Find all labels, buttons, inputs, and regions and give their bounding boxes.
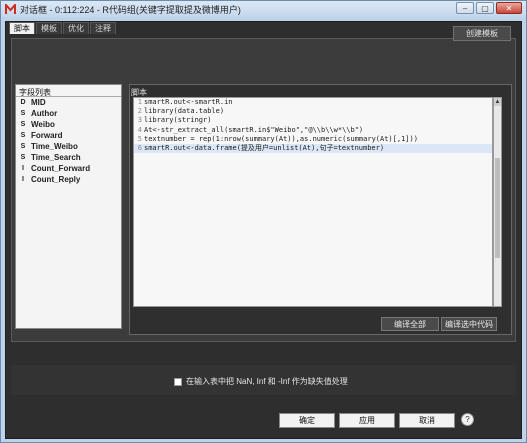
line-number: 6 [137,143,142,152]
scroll-up-icon[interactable]: ▲ [494,98,501,106]
tab-bar: 脚本 模板 优化 注释 [9,22,117,34]
window-title: 对话框 - 0:112:224 - R代码组(关键字提取提及微博用户) [20,4,241,15]
field-label: Weibo [31,120,55,129]
app-logo-icon [5,3,16,15]
field-label: Count_Forward [31,164,91,173]
field-item[interactable]: S Time_Search [16,152,121,163]
string-type-icon: S [20,132,26,139]
integer-type-icon: I [22,165,24,172]
create-template-button[interactable]: 创建模板 [453,26,511,41]
code-text: smartR.out<-data.frame(提及用户=unlist(At),句… [144,143,385,152]
code-line: 2 library(data.table) [134,107,492,116]
string-type-icon: S [20,110,26,117]
string-type-icon: S [20,154,26,161]
field-item[interactable]: S Weibo [16,119,121,130]
apply-button[interactable]: 应用 [339,413,395,428]
field-item[interactable]: I Count_Reply [16,174,121,185]
field-list-panel: 字段列表 D MID S Author S Weibo S Forward S … [15,84,122,329]
field-label: MID [31,98,46,107]
minimize-button[interactable]: – [456,2,474,14]
field-item[interactable]: S Author [16,108,121,119]
tab-script[interactable]: 脚本 [9,22,35,34]
line-number: 4 [137,125,142,134]
line-number: 2 [137,107,142,116]
title-bar[interactable]: 对话框 - 0:112:224 - R代码组(关键字提取提及微博用户) – ▢ … [1,1,526,17]
code-line: 4 At<-str_extract_all(smartR.in$"Weibo",… [134,126,492,135]
na-checkbox[interactable] [174,377,182,386]
field-item[interactable]: D MID [16,97,121,108]
compile-all-button[interactable]: 编译全部 [381,317,439,331]
code-text: library(stringr) [144,116,212,125]
cancel-button[interactable]: 取消 [399,413,455,428]
editor-scrollbar[interactable]: ▲ [493,97,502,307]
help-button[interactable]: ? [461,413,474,426]
line-number: 5 [137,134,142,143]
compile-selected-button[interactable]: 编译选中代码 [441,317,497,331]
line-number: 3 [137,116,142,125]
maximize-icon: ▢ [481,3,489,13]
field-item[interactable]: I Count_Forward [16,163,121,174]
code-line: 3 library(stringr) [134,116,492,125]
close-button[interactable]: ✕ [496,2,522,14]
field-item[interactable]: S Forward [16,130,121,141]
na-checkbox-label: 在输入表中把 NaN, Inf 和 -Inf 作为缺失值处理 [186,377,348,386]
help-icon: ? [465,415,470,424]
field-label: Time_Search [31,153,81,162]
minimize-icon: – [462,3,468,13]
code-line-current: 6 smartR.out<-data.frame(提及用户=unlist(At)… [134,143,492,154]
field-label: Time_Weibo [31,142,78,151]
field-label: Forward [31,131,63,140]
na-option-row[interactable]: 在输入表中把 NaN, Inf 和 -Inf 作为缺失值处理 [174,376,348,387]
maximize-button[interactable]: ▢ [476,2,494,14]
tab-optimize[interactable]: 优化 [63,22,89,34]
field-item[interactable]: S Time_Weibo [16,141,121,152]
string-type-icon: S [20,121,26,128]
code-text: textnumber = rep(1:nrow(summary(At)),as.… [144,134,418,143]
close-icon: ✕ [505,3,513,13]
code-text: library(data.table) [144,107,225,116]
dialog-window: 对话框 - 0:112:224 - R代码组(关键字提取提及微博用户) – ▢ … [0,0,527,443]
tab-comment[interactable]: 注释 [90,22,116,34]
code-editor[interactable]: 1 smartR.out<-smartR.in 2 library(data.t… [133,97,493,307]
code-text: At<-str_extract_all(smartR.in$"Weibo","@… [144,125,364,134]
string-type-icon: S [20,143,26,150]
ok-button[interactable]: 确定 [279,413,335,428]
field-label: Author [31,109,58,118]
integer-type-icon: I [22,176,24,183]
line-number: 1 [137,98,142,106]
tab-template[interactable]: 模板 [36,22,62,34]
field-list-header: 字段列表 [16,85,121,97]
date-type-icon: D [20,99,26,106]
scroll-thumb[interactable] [495,158,500,258]
code-line: 1 smartR.out<-smartR.in [134,98,492,107]
code-line: 5 textnumber = rep(1:nrow(summary(At)),a… [134,135,492,144]
field-label: Count_Reply [31,175,81,184]
code-text: smartR.out<-smartR.in [144,98,233,106]
